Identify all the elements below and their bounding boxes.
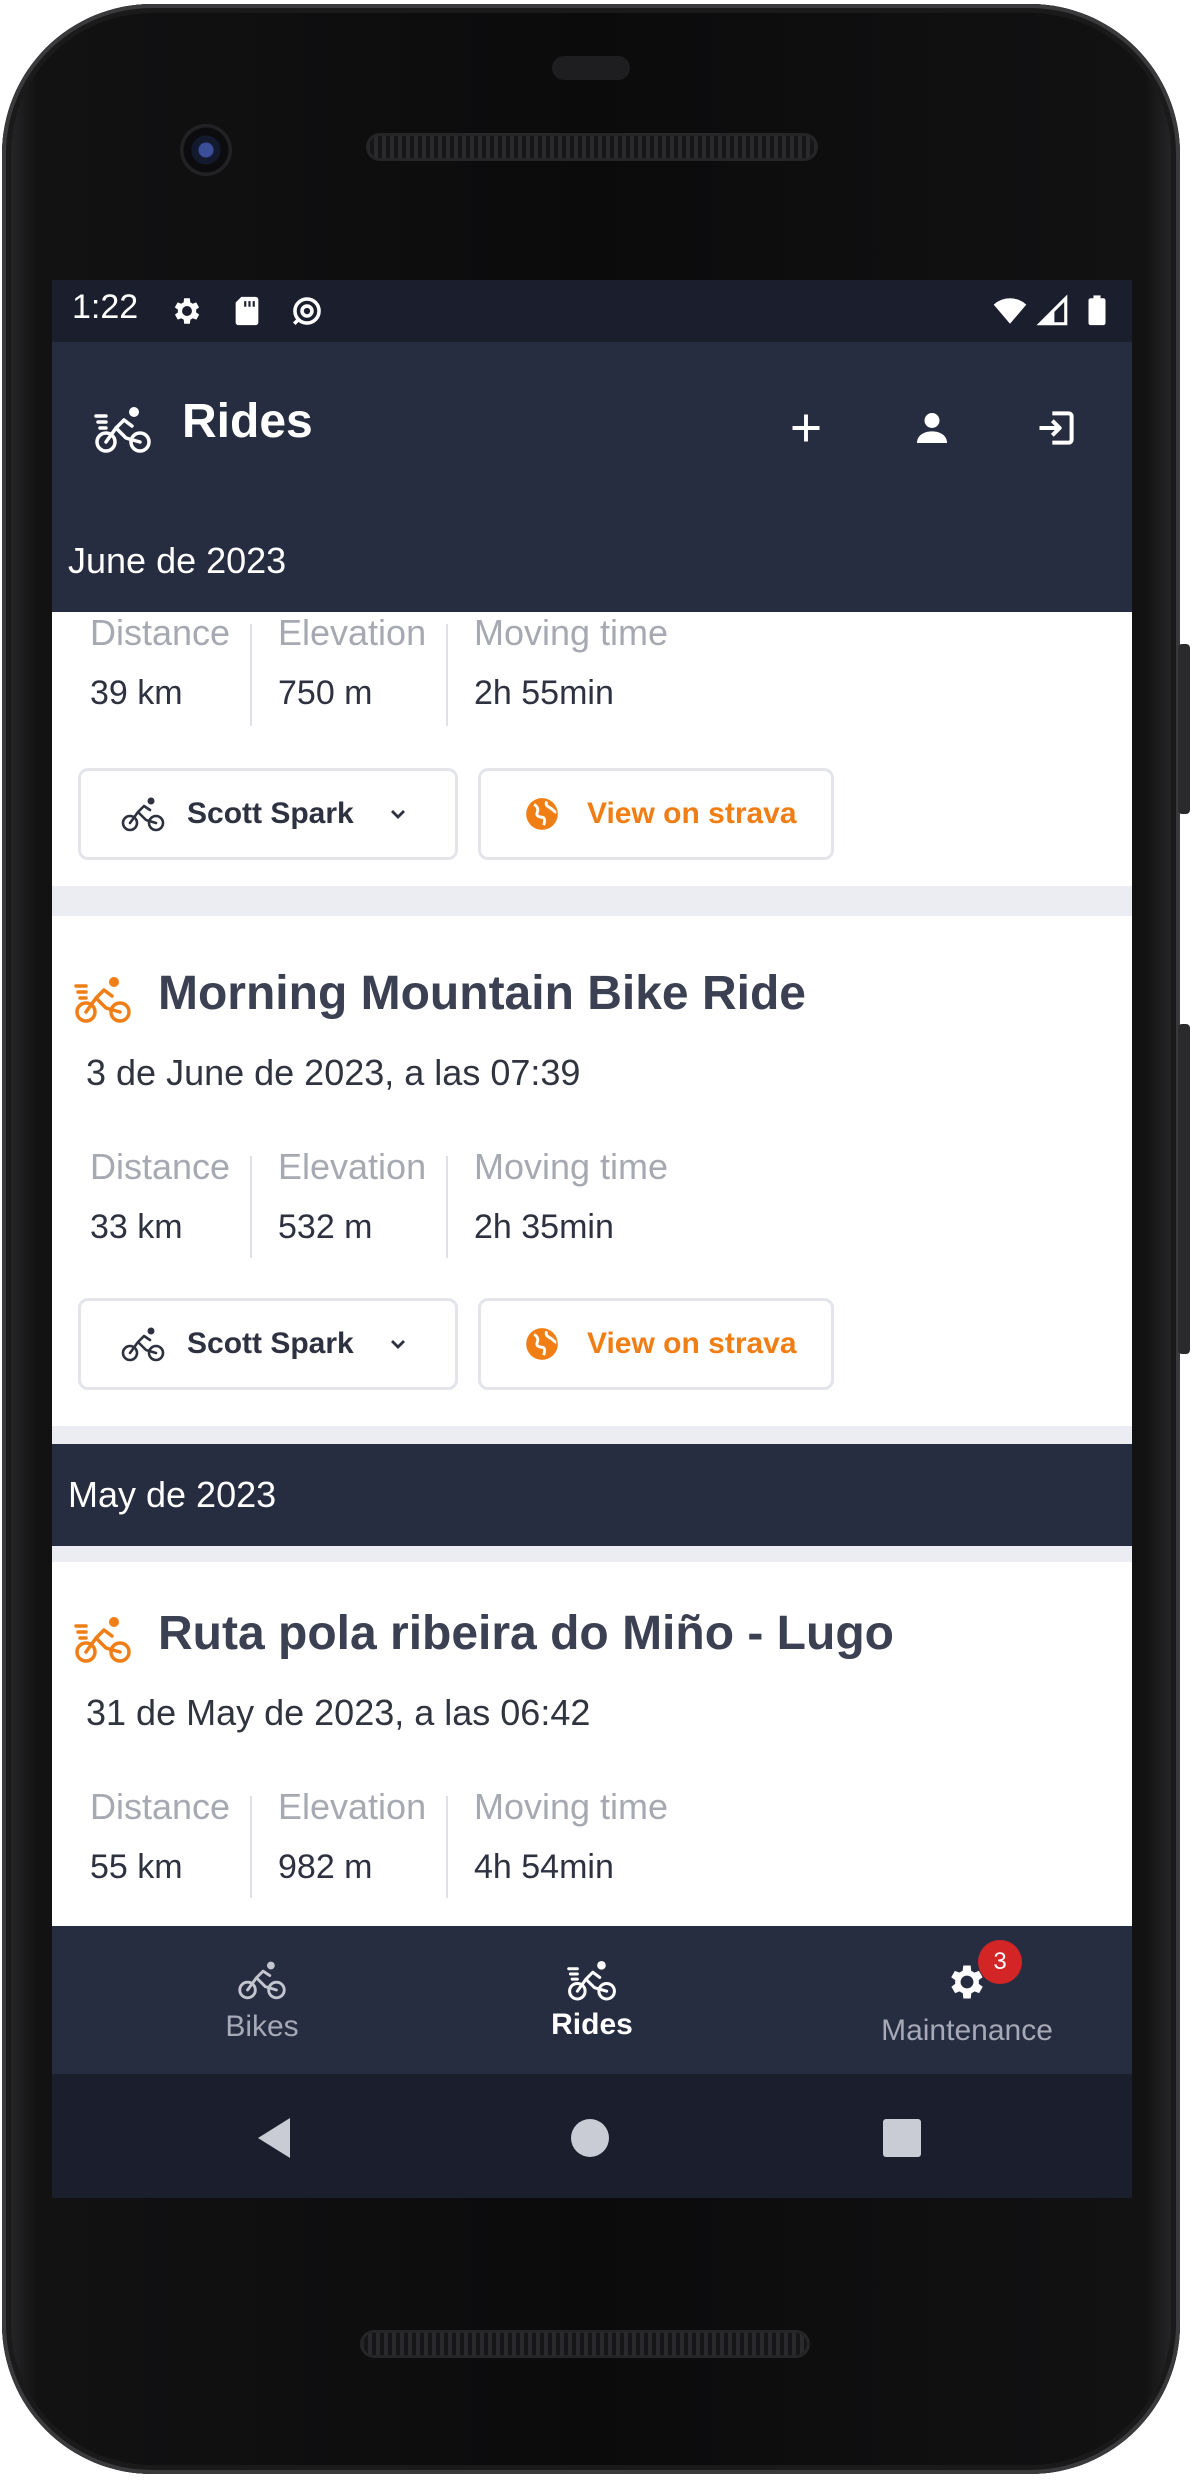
- cell-signal-icon: [1036, 294, 1068, 326]
- elevation-value: 750 m: [278, 674, 373, 712]
- moving-time-value: 4h 54min: [474, 1848, 614, 1886]
- status-time: 1:22: [72, 288, 139, 326]
- moving-time-stat: Moving time 2h 55min: [474, 612, 668, 713]
- stat-label: Moving time: [474, 1786, 669, 1827]
- view-on-strava-button[interactable]: View on strava: [478, 768, 834, 860]
- sensor-slot: [552, 56, 630, 80]
- moving-time-stat: Moving time 2h 35min: [474, 1146, 668, 1247]
- front-camera: [180, 124, 232, 176]
- stat-label: Moving time: [474, 612, 669, 653]
- bike-rider-icon: [567, 1961, 616, 2001]
- stat-label: Elevation: [278, 1786, 427, 1827]
- bike-select-button[interactable]: Scott Spark: [78, 768, 458, 860]
- add-ride-button[interactable]: [778, 400, 834, 456]
- view-on-strava-button[interactable]: View on strava: [478, 1298, 834, 1390]
- stat-label: Distance: [90, 612, 231, 653]
- bike-icon: [121, 1327, 165, 1362]
- sd-card-icon: [235, 296, 259, 326]
- ride-bike-icon: [74, 977, 131, 1023]
- maintenance-badge: 3: [978, 1940, 1022, 1984]
- ride-bike-icon: [74, 1617, 131, 1663]
- stat-divider: [250, 1796, 252, 1898]
- elevation-stat: Elevation 532 m: [278, 1146, 426, 1247]
- logout-button[interactable]: [1028, 400, 1084, 456]
- power-button: [1178, 644, 1190, 814]
- stat-label: Elevation: [278, 1146, 427, 1187]
- moving-time-stat: Moving time 4h 54min: [474, 1786, 668, 1887]
- person-icon: [917, 413, 947, 443]
- chevron-down-icon: [390, 810, 405, 819]
- globe-icon: [526, 1328, 558, 1360]
- stat-divider: [446, 1156, 448, 1258]
- elevation-stat: Elevation 982 m: [278, 1786, 426, 1887]
- globe-icon: [526, 798, 558, 830]
- system-nav-bar: [52, 2074, 1132, 2198]
- earpiece-speaker: [366, 133, 818, 161]
- ride-card[interactable]: Morning Mountain Bike Ride 3 de June de …: [52, 916, 1132, 1426]
- recents-icon[interactable]: [882, 2118, 922, 2158]
- moving-time-value: 2h 55min: [474, 674, 614, 712]
- elevation-value: 982 m: [278, 1848, 373, 1886]
- moving-time-value: 2h 35min: [474, 1208, 614, 1246]
- nav-label-bikes: Bikes: [225, 2010, 299, 2043]
- add-icon: [792, 414, 820, 442]
- ride-title[interactable]: Ruta pola ribeira do Miño - Lugo: [158, 1606, 894, 1661]
- stat-label: Distance: [90, 1786, 231, 1827]
- distance-value: 39 km: [90, 674, 183, 712]
- app-bar: Rides: [52, 342, 1132, 510]
- logout-icon: [1039, 411, 1074, 445]
- strava-label: View on strava: [587, 1327, 797, 1360]
- back-icon[interactable]: [254, 2116, 294, 2160]
- stat-label: Distance: [90, 1146, 231, 1187]
- stat-label: Moving time: [474, 1146, 669, 1187]
- distance-stat: Distance 55 km: [90, 1786, 230, 1887]
- data-saver-icon: [292, 297, 321, 326]
- wifi-icon: [993, 298, 1027, 324]
- bike-icon: [238, 1961, 286, 2000]
- ride-date: 3 de June de 2023, a las 07:39: [86, 1052, 581, 1093]
- stat-divider: [250, 1156, 252, 1258]
- stat-divider: [446, 1796, 448, 1898]
- volume-button: [1178, 1024, 1190, 1354]
- nav-item-rides[interactable]: Rides: [512, 1926, 672, 2074]
- bottom-speaker: [360, 2330, 810, 2358]
- chevron-down-icon: [390, 1340, 405, 1349]
- ride-title[interactable]: Morning Mountain Bike Ride: [158, 966, 806, 1021]
- nav-label-maintenance: Maintenance: [881, 2014, 1053, 2047]
- distance-stat: Distance 39 km: [90, 612, 230, 713]
- stat-divider: [250, 624, 252, 726]
- distance-value: 55 km: [90, 1848, 183, 1886]
- ride-card[interactable]: Distance 39 km Elevation 750 m Moving ti…: [52, 612, 1132, 886]
- bottom-nav: Bikes Rides Maintenance 3: [52, 1926, 1132, 2074]
- battery-icon: [1088, 295, 1106, 326]
- settings-status-icon: [174, 298, 200, 324]
- bike-name: Scott Spark: [187, 1327, 354, 1360]
- nav-item-maintenance[interactable]: Maintenance 3: [852, 1926, 1082, 2074]
- ride-date: 31 de May de 2023, a las 06:42: [86, 1692, 591, 1733]
- page-title: Rides: [182, 395, 313, 448]
- elevation-value: 532 m: [278, 1208, 373, 1246]
- stat-divider: [446, 624, 448, 726]
- stat-label: Elevation: [278, 612, 427, 653]
- elevation-stat: Elevation 750 m: [278, 612, 426, 713]
- bike-rider-icon: [94, 407, 151, 453]
- nav-item-bikes[interactable]: Bikes: [182, 1926, 342, 2074]
- status-bar: 1:22: [52, 280, 1132, 342]
- month-header: June de 2023: [52, 510, 1132, 612]
- nav-label-rides: Rides: [551, 2008, 633, 2041]
- ride-card[interactable]: Ruta pola ribeira do Miño - Lugo 31 de M…: [52, 1562, 1132, 1942]
- bike-select-button[interactable]: Scott Spark: [78, 1298, 458, 1390]
- home-icon[interactable]: [570, 2118, 610, 2158]
- distance-value: 33 km: [90, 1208, 183, 1246]
- month-header: May de 2023: [52, 1444, 1132, 1546]
- bike-name: Scott Spark: [187, 797, 354, 830]
- profile-button[interactable]: [904, 400, 960, 456]
- bike-icon: [121, 797, 165, 832]
- distance-stat: Distance 33 km: [90, 1146, 230, 1247]
- strava-label: View on strava: [587, 797, 797, 830]
- screen: 1:22 Rides June de 2023 Distance 39 km E…: [52, 280, 1132, 2198]
